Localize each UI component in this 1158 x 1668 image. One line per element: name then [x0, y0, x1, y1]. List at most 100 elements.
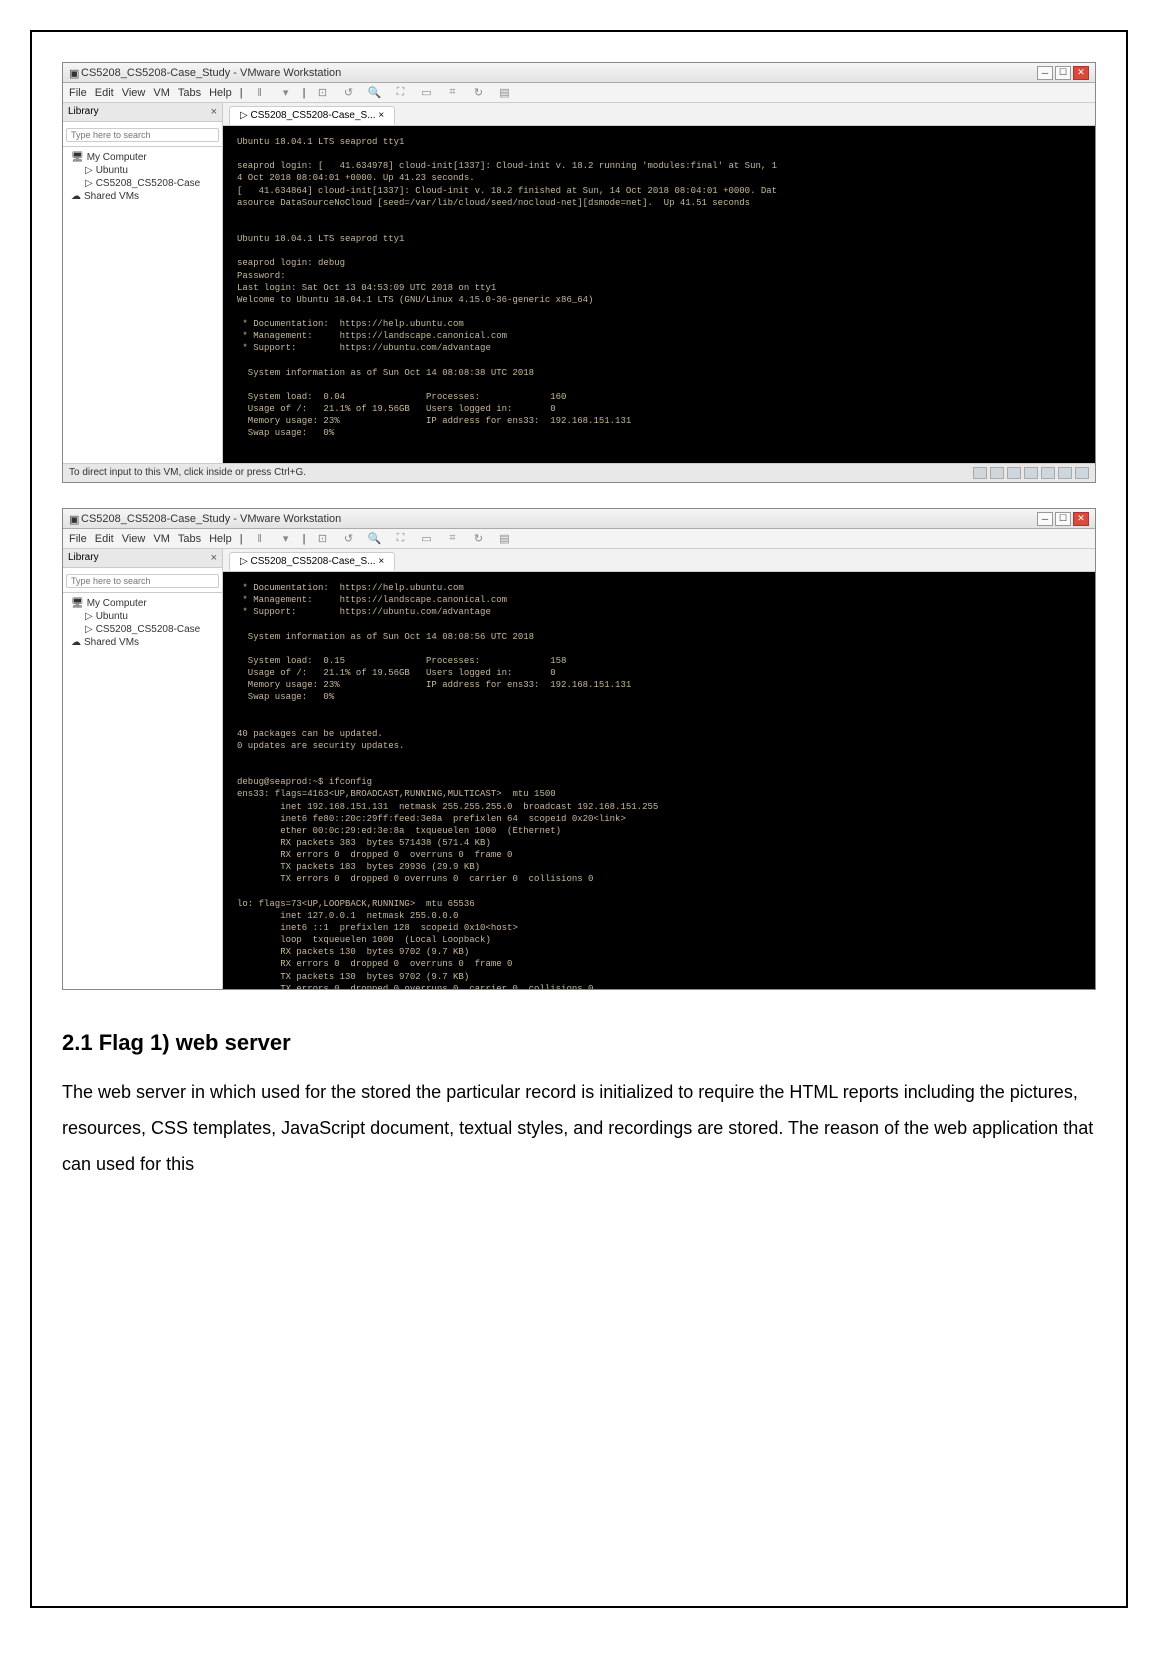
menu-help[interactable]: Help [209, 87, 232, 99]
titlebar[interactable]: ▣ CS5208_CS5208-Case_Study - VMware Work… [63, 63, 1095, 83]
toolbar-separator: | [240, 87, 243, 99]
titlebar[interactable]: ▣ CS5208_CS5208-Case_Study - VMware Work… [63, 509, 1095, 529]
tree-ubuntu[interactable]: ▷ Ubuntu [67, 610, 218, 623]
vm-icon: ▷ [85, 178, 93, 189]
status-hint: To direct input to this VM, click inside… [69, 467, 973, 479]
library-search-input[interactable] [66, 574, 219, 588]
minimize-button[interactable]: ─ [1037, 66, 1053, 80]
maximize-button[interactable]: ☐ [1055, 66, 1071, 80]
menu-view[interactable]: View [122, 87, 146, 99]
shared-icon: ☁ [71, 191, 81, 202]
menu-bar: File Edit View VM Tabs Help | ‖ ▾ | ⊡ ↺ … [63, 83, 1095, 103]
status-display-icon[interactable] [1075, 467, 1089, 479]
tree-label: Ubuntu [96, 165, 128, 176]
toolbar-dropdown-icon[interactable]: ▾ [277, 531, 295, 547]
tab-bar: ▷ CS5208_CS5208-Case_S... × [223, 549, 1095, 572]
status-printer-icon[interactable] [1058, 467, 1072, 479]
cycle-icon[interactable]: ↻ [469, 531, 487, 547]
tree-case-study[interactable]: ▷ CS5208_CS5208-Case [67, 623, 218, 636]
section-heading: 2.1 Flag 1) web server [62, 1030, 1096, 1056]
computer-icon: 🖥 [71, 152, 84, 163]
vmware-window-1: ▣ CS5208_CS5208-Case_Study - VMware Work… [62, 62, 1096, 483]
status-sound-icon[interactable] [1041, 467, 1055, 479]
thumbnail-icon[interactable]: ▤ [495, 85, 513, 101]
tab-vm-icon: ▷ [240, 556, 248, 567]
vmware-window-2: ▣ CS5208_CS5208-Case_Study - VMware Work… [62, 508, 1096, 990]
tree-ubuntu[interactable]: ▷ Ubuntu [67, 164, 218, 177]
tree-label: Shared VMs [84, 637, 139, 648]
library-close-icon[interactable]: × [211, 552, 217, 564]
close-button[interactable]: ✕ [1073, 66, 1089, 80]
toolbar-dropdown-icon[interactable]: ▾ [277, 85, 295, 101]
minimize-button[interactable]: ─ [1037, 512, 1053, 526]
tab-vm-icon: ▷ [240, 110, 248, 121]
tree-shared-vms[interactable]: ☁ Shared VMs [67, 190, 218, 203]
close-button[interactable]: ✕ [1073, 512, 1089, 526]
vm-icon: ▷ [85, 624, 93, 635]
guest-terminal[interactable]: * Documentation: https://help.ubuntu.com… [223, 572, 1095, 989]
menu-view[interactable]: View [122, 533, 146, 545]
app-icon: ▣ [69, 67, 81, 79]
computer-icon: 🖥 [71, 598, 84, 609]
menu-file[interactable]: File [69, 533, 87, 545]
library-close-icon[interactable]: × [211, 106, 217, 118]
toolbar-separator: | [303, 87, 306, 99]
snapshot-icon[interactable]: ⊡ [313, 531, 331, 547]
tree-label: Shared VMs [84, 191, 139, 202]
menu-vm[interactable]: VM [153, 533, 170, 545]
menu-tabs[interactable]: Tabs [178, 87, 201, 99]
tab-label: CS5208_CS5208-Case_S... [250, 556, 375, 567]
thumbnail-icon[interactable]: ▤ [495, 531, 513, 547]
app-icon: ▣ [69, 513, 81, 525]
tab-label: CS5208_CS5208-Case_S... [250, 110, 375, 121]
revert-icon[interactable]: ↺ [339, 85, 357, 101]
unity-icon[interactable]: ▭ [417, 85, 435, 101]
vm-tree: 🖥 My Computer ▷ Ubuntu ▷ CS5208_CS5208-C… [63, 147, 222, 207]
library-search-input[interactable] [66, 128, 219, 142]
fit-icon[interactable]: ⛶ [391, 531, 409, 547]
library-header: Library × [63, 549, 222, 568]
menu-help[interactable]: Help [209, 533, 232, 545]
menu-file[interactable]: File [69, 87, 87, 99]
tree-label: My Computer [87, 152, 147, 163]
status-net-icon[interactable] [1007, 467, 1021, 479]
revert-icon[interactable]: ↺ [339, 531, 357, 547]
tab-vm[interactable]: ▷ CS5208_CS5208-Case_S... × [229, 106, 395, 125]
tree-label: CS5208_CS5208-Case [96, 624, 201, 635]
menu-tabs[interactable]: Tabs [178, 533, 201, 545]
manage-icon[interactable]: 🔍 [365, 531, 383, 547]
fit-icon[interactable]: ⛶ [391, 85, 409, 101]
page-frame: ▣ CS5208_CS5208-Case_Study - VMware Work… [30, 30, 1128, 1608]
tree-case-study[interactable]: ▷ CS5208_CS5208-Case [67, 177, 218, 190]
status-hdd-icon[interactable] [973, 467, 987, 479]
library-label: Library [68, 552, 99, 564]
cycle-icon[interactable]: ↻ [469, 85, 487, 101]
snapshot-icon[interactable]: ⊡ [313, 85, 331, 101]
guest-terminal[interactable]: Ubuntu 18.04.1 LTS seaprod tty1 seaprod … [223, 126, 1095, 463]
tab-close-icon[interactable]: × [378, 110, 384, 121]
library-header: Library × [63, 103, 222, 122]
tab-vm[interactable]: ▷ CS5208_CS5208-Case_S... × [229, 552, 395, 571]
tree-my-computer[interactable]: 🖥 My Computer [67, 597, 218, 610]
menu-bar: File Edit View VM Tabs Help | ‖ ▾ | ⊡ ↺ … [63, 529, 1095, 549]
manage-icon[interactable]: 🔍 [365, 85, 383, 101]
tree-label: My Computer [87, 598, 147, 609]
unity-icon[interactable]: ▭ [417, 531, 435, 547]
menu-edit[interactable]: Edit [95, 87, 114, 99]
fullscreen-icon[interactable]: ⌗ [443, 531, 461, 547]
vm-tree: 🖥 My Computer ▷ Ubuntu ▷ CS5208_CS5208-C… [63, 593, 222, 653]
menu-edit[interactable]: Edit [95, 533, 114, 545]
maximize-button[interactable]: ☐ [1055, 512, 1071, 526]
power-on-icon[interactable]: ‖ [251, 85, 269, 101]
menu-vm[interactable]: VM [153, 87, 170, 99]
shared-icon: ☁ [71, 637, 81, 648]
window-title: CS5208_CS5208-Case_Study - VMware Workst… [81, 513, 1035, 525]
power-on-icon[interactable]: ‖ [251, 531, 269, 547]
tree-my-computer[interactable]: 🖥 My Computer [67, 151, 218, 164]
status-cd-icon[interactable] [990, 467, 1004, 479]
tab-close-icon[interactable]: × [378, 556, 384, 567]
status-usb-icon[interactable] [1024, 467, 1038, 479]
section-paragraph: The web server in which used for the sto… [62, 1074, 1096, 1182]
tree-shared-vms[interactable]: ☁ Shared VMs [67, 636, 218, 649]
fullscreen-icon[interactable]: ⌗ [443, 85, 461, 101]
